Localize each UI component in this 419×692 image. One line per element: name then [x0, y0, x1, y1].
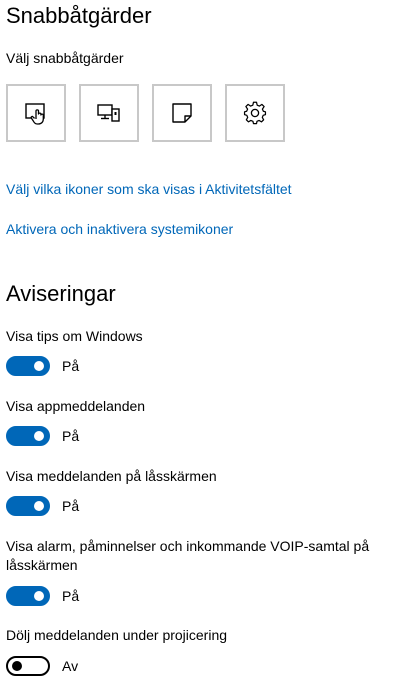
toggle-state-app-notifications: På — [62, 428, 80, 444]
quick-actions-heading: Snabbåtgärder — [6, 3, 152, 28]
settings-gear-icon — [243, 101, 267, 125]
toggle-knob — [12, 661, 22, 671]
note-icon — [172, 103, 192, 123]
setting-row-lock-screen: På — [6, 496, 206, 516]
toggle-knob — [34, 501, 44, 511]
connect-device-icon — [97, 104, 120, 122]
quick-actions-subtitle: Välj snabbåtgärder — [6, 50, 124, 66]
toggle-state-windows-tips: På — [62, 358, 80, 374]
setting-label-lock-screen: Visa meddelanden på låsskärmen — [6, 468, 217, 484]
setting-label-alarms-voip: Visa alarm, påminnelser och inkommande V… — [6, 538, 370, 573]
toggle-knob — [34, 591, 44, 601]
toggle-alarms-voip[interactable] — [6, 586, 50, 606]
setting-label-windows-tips: Visa tips om Windows — [6, 328, 143, 344]
toggle-knob — [34, 431, 44, 441]
toggle-lock-screen[interactable] — [6, 496, 50, 516]
toggle-app-notifications[interactable] — [6, 426, 50, 446]
toggle-state-alarms-voip: På — [62, 588, 80, 604]
setting-row-hide-when-projecting: Av — [6, 656, 206, 676]
quick-action-tile-settings[interactable] — [225, 84, 285, 142]
quick-action-tile-note[interactable] — [152, 84, 212, 142]
setting-row-app-notifications: På — [6, 426, 206, 446]
toggle-windows-tips[interactable] — [6, 356, 50, 376]
setting-row-alarms-voip: På — [6, 586, 206, 606]
quick-action-tile-tablet-mode[interactable] — [6, 84, 66, 142]
link-taskbar-icons[interactable]: Välj vilka ikoner som ska visas i Aktivi… — [6, 180, 292, 199]
toggle-state-lock-screen: På — [62, 498, 80, 514]
setting-label-app-notifications: Visa appmeddelanden — [6, 398, 146, 414]
tablet-mode-icon — [25, 103, 45, 125]
setting-row-windows-tips: På — [6, 356, 206, 376]
toggle-state-hide-when-projecting: Av — [62, 658, 79, 674]
notifications-heading: Aviseringar — [6, 281, 116, 306]
quick-actions-row — [6, 84, 306, 144]
toggle-knob — [34, 361, 44, 371]
toggle-hide-when-projecting[interactable] — [6, 656, 50, 676]
link-system-icons[interactable]: Aktivera och inaktivera systemikoner — [6, 220, 233, 239]
setting-label-hide-when-projecting: Dölj meddelanden under projicering — [6, 627, 228, 643]
quick-action-tile-connect[interactable] — [79, 84, 139, 142]
